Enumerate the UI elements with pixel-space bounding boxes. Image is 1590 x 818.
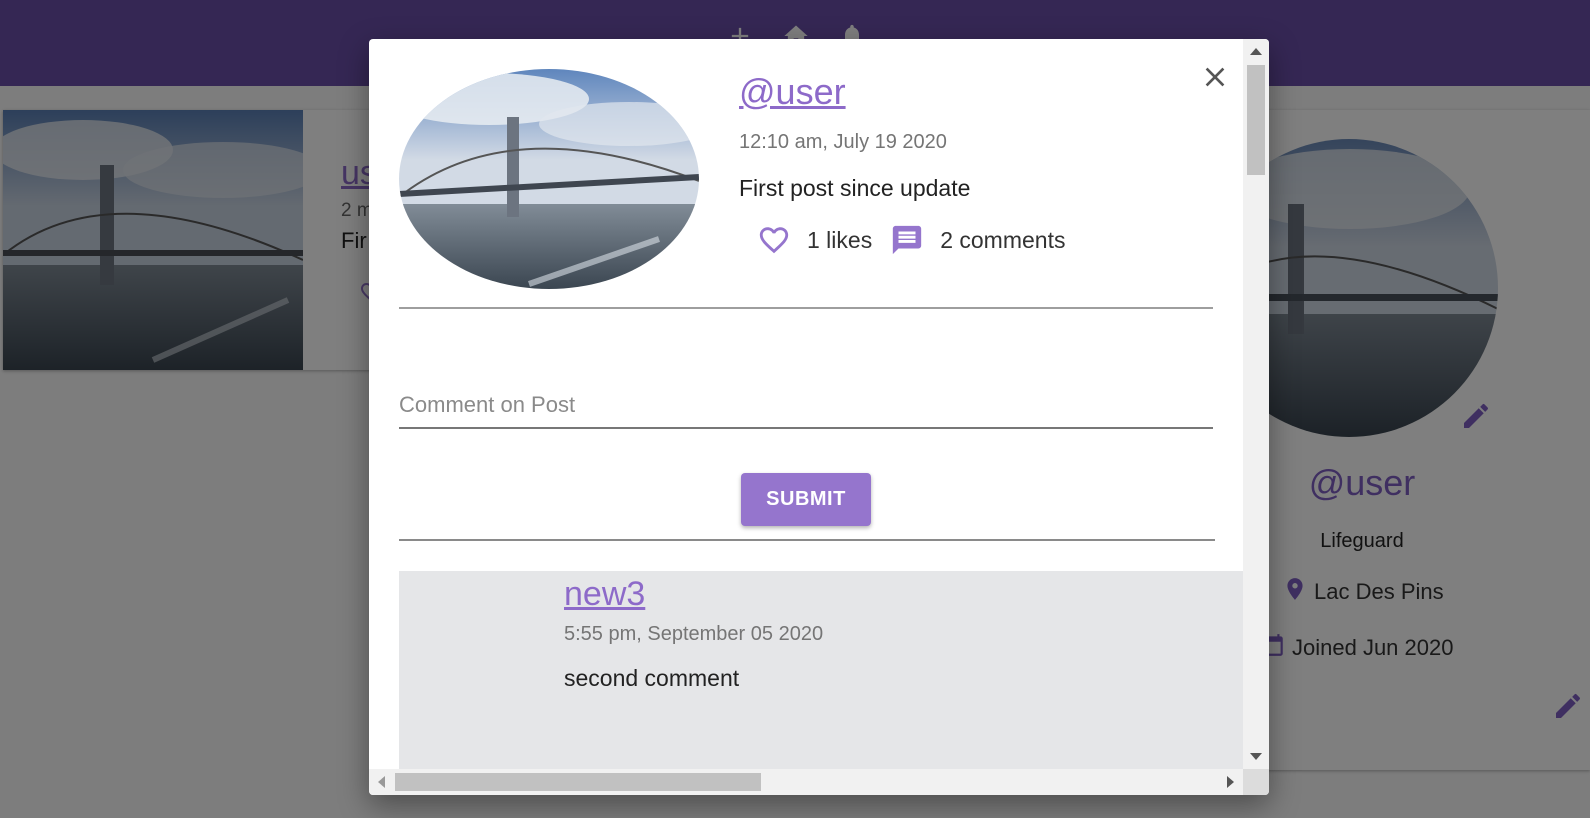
comment-item: new3 5:55 pm, September 05 2020 second c… [399,571,1243,769]
comment-icon[interactable] [890,223,924,257]
likes-count: 1 likes [807,226,873,253]
close-icon[interactable] [1199,61,1231,93]
comment-timestamp: 5:55 pm, September 05 2020 [564,623,824,645]
scroll-right-arrow-icon[interactable] [1227,776,1234,788]
comment-body-text: second comment [564,665,740,691]
post-timestamp: 12:10 am, July 19 2020 [739,131,947,153]
horizontal-scrollbar[interactable] [369,769,1243,795]
scrollbar-corner [1243,769,1269,795]
post-stats: 1 likes 2 comments [757,223,1065,257]
submit-button[interactable]: SUBMIT [741,473,871,526]
comments-count: 2 comments [940,226,1066,253]
comment-author-link[interactable]: new3 [564,575,645,614]
vertical-scroll-thumb[interactable] [1247,65,1265,175]
post-body-text: First post since update [739,175,971,201]
horizontal-scroll-thumb[interactable] [395,773,761,791]
divider [399,539,1215,541]
heart-icon[interactable] [757,223,791,257]
post-detail-modal: @user 12:10 am, July 19 2020 First post … [369,39,1269,795]
divider [399,307,1213,309]
vertical-scrollbar[interactable] [1243,39,1269,769]
post-author-link[interactable]: @user [739,71,846,113]
comment-input[interactable] [399,383,1213,429]
modal-scroll-area: @user 12:10 am, July 19 2020 First post … [369,39,1243,769]
scroll-left-arrow-icon[interactable] [378,776,385,788]
scroll-down-arrow-icon[interactable] [1250,753,1262,760]
scroll-up-arrow-icon[interactable] [1250,48,1262,55]
post-image [399,69,699,289]
